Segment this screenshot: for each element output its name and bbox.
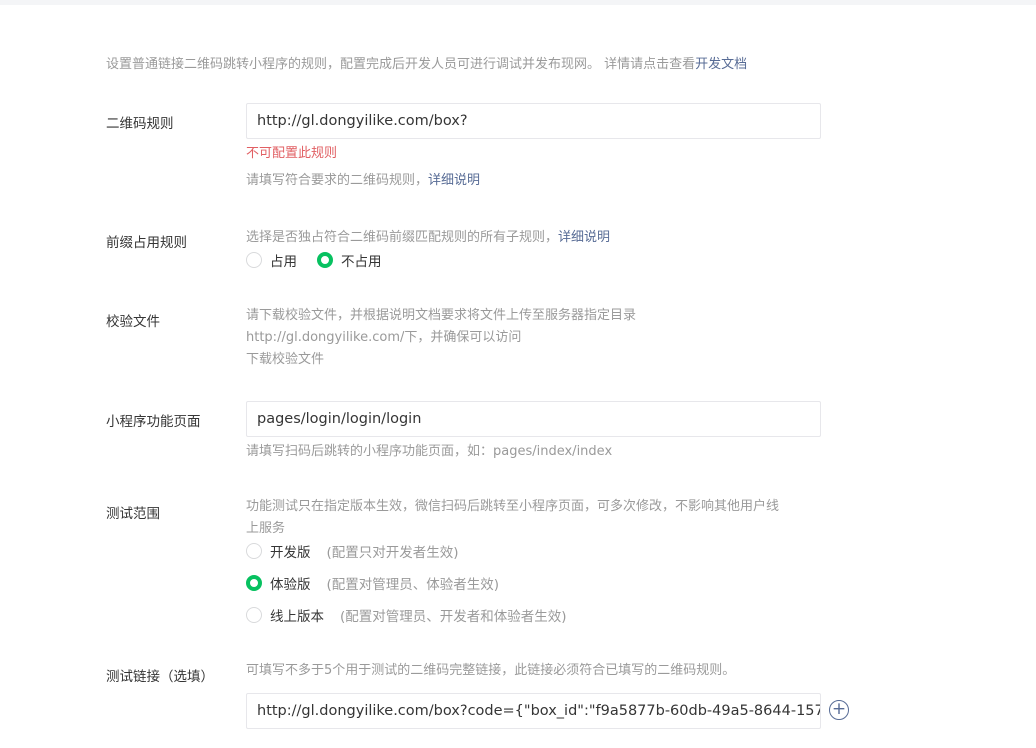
qr-rule-tip: 请填写符合要求的二维码规则，详细说明 bbox=[246, 170, 821, 192]
scope-dev-note: (配置只对开发者生效) bbox=[326, 545, 459, 561]
mini-page-tip: 请填写扫码后跳转的小程序功能页面，如：pages/index/index bbox=[246, 444, 613, 459]
scope-online-label[interactable]: 线上版本 bbox=[270, 605, 324, 625]
qr-rule-input[interactable]: http://gl.dongyilike.com/box? bbox=[246, 103, 821, 139]
mini-page-field: pages/login/login/login 请填写扫码后跳转的小程序功能页面… bbox=[246, 401, 821, 463]
test-scope-tip-line1: 功能测试只在指定版本生效，微信扫码后跳转至小程序页面，可多次修改，不影响其他用户… bbox=[246, 499, 780, 514]
scope-option-online[interactable]: 线上版本 (配置对管理员、开发者和体验者生效) bbox=[246, 604, 779, 626]
prefix-rule-label: 前缀占用规则 bbox=[106, 235, 187, 251]
prefix-rule-tip: 选择是否独占符合二维码前缀匹配规则的所有子规则，详细说明 bbox=[246, 227, 610, 249]
scope-dev-label[interactable]: 开发版 bbox=[270, 541, 311, 561]
intro-text: 设置普通链接二维码跳转小程序的规则，配置完成后开发人员可进行调试并发布现网。 详… bbox=[106, 53, 747, 72]
radio-not-occupy-label[interactable]: 不占用 bbox=[341, 250, 382, 270]
prefix-rule-detail-link[interactable]: 详细说明 bbox=[558, 230, 610, 245]
radio-online[interactable] bbox=[246, 607, 262, 623]
prefix-rule-field: 选择是否独占符合二维码前缀匹配规则的所有子规则，详细说明 占用 不占用 bbox=[246, 227, 610, 271]
test-link-tip: 可填写不多于5个用于测试的二维码完整链接，此链接必须符合已填写的二维码规则。 bbox=[246, 663, 736, 678]
qr-rule-error: 不可配置此规则 bbox=[246, 146, 338, 161]
test-link-label: 测试链接（选填） bbox=[106, 669, 214, 685]
intro-description: 设置普通链接二维码跳转小程序的规则，配置完成后开发人员可进行调试并发布现网。 详… bbox=[106, 57, 696, 72]
radio-trial[interactable] bbox=[246, 575, 262, 591]
prefix-rule-tip-text: 选择是否独占符合二维码前缀匹配规则的所有子规则， bbox=[246, 230, 559, 245]
test-link-field: 可填写不多于5个用于测试的二维码完整链接，此链接必须符合已填写的二维码规则。 h… bbox=[246, 660, 821, 729]
radio-occupy-label[interactable]: 占用 bbox=[270, 250, 297, 270]
radio-dev[interactable] bbox=[246, 543, 262, 559]
qr-rule-field: http://gl.dongyilike.com/box? 不可配置此规则 请填… bbox=[246, 103, 821, 192]
scope-trial-label[interactable]: 体验版 bbox=[270, 573, 311, 593]
scope-trial-note: (配置对管理员、体验者生效) bbox=[326, 577, 500, 593]
mini-page-input[interactable]: pages/login/login/login bbox=[246, 401, 821, 437]
verify-file-line2: http://gl.dongyilike.com/下，并确保可以访问 bbox=[246, 330, 522, 345]
qr-rule-tip-text: 请填写符合要求的二维码规则， bbox=[246, 173, 429, 188]
plus-circle-icon[interactable]: + bbox=[829, 700, 849, 720]
mini-page-label: 小程序功能页面 bbox=[106, 414, 201, 430]
scope-option-trial[interactable]: 体验版 (配置对管理员、体验者生效) bbox=[246, 572, 779, 594]
qr-rule-label: 二维码规则 bbox=[106, 116, 174, 132]
verify-file-field: 请下载校验文件，并根据说明文档要求将文件上传至服务器指定目录 http://gl… bbox=[246, 305, 636, 371]
test-scope-label: 测试范围 bbox=[106, 506, 160, 522]
qr-rule-detail-link[interactable]: 详细说明 bbox=[428, 173, 480, 188]
test-link-input[interactable]: http://gl.dongyilike.com/box?code={"box_… bbox=[246, 693, 821, 729]
radio-occupy[interactable] bbox=[246, 252, 262, 268]
verify-file-label: 校验文件 bbox=[106, 314, 160, 330]
verify-file-line1: 请下载校验文件，并根据说明文档要求将文件上传至服务器指定目录 bbox=[246, 308, 637, 323]
radio-not-occupy[interactable] bbox=[317, 252, 333, 268]
top-bar bbox=[0, 0, 1036, 5]
test-scope-field: 功能测试只在指定版本生效，微信扫码后跳转至小程序页面，可多次修改，不影响其他用户… bbox=[246, 496, 779, 626]
scope-online-note: (配置对管理员、开发者和体验者生效) bbox=[340, 609, 567, 625]
test-scope-tip-line2: 上服务 bbox=[246, 521, 286, 536]
dev-docs-link[interactable]: 开发文档 bbox=[695, 57, 747, 72]
download-verify-file-link[interactable]: 下载校验文件 bbox=[246, 349, 636, 371]
scope-option-dev[interactable]: 开发版 (配置只对开发者生效) bbox=[246, 540, 779, 562]
prefix-rule-options: 占用 不占用 bbox=[246, 249, 610, 271]
